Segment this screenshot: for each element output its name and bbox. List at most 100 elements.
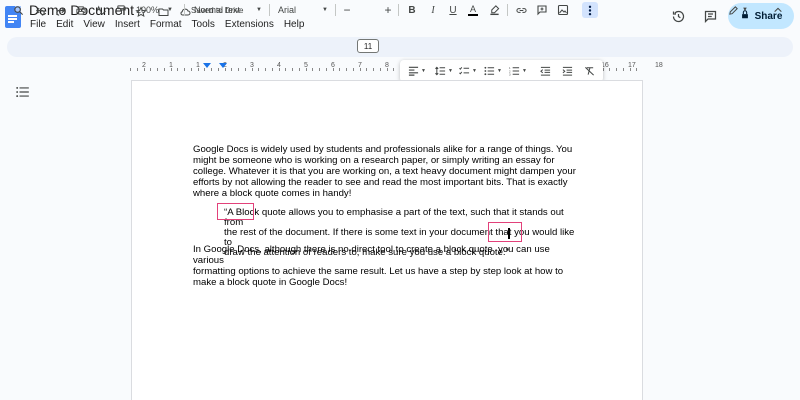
ruler-tick (298, 68, 300, 71)
svg-text:1: 1 (509, 66, 511, 70)
ruler-tick (136, 68, 138, 71)
history-icon[interactable] (670, 8, 686, 24)
paragraph-intro: Google Docs is widely used by students a… (193, 144, 579, 199)
pencil-icon (729, 5, 738, 15)
ruler-tick (211, 68, 212, 71)
underline-icon[interactable]: U (446, 2, 460, 18)
ruler-tick (366, 68, 368, 71)
menu-extensions[interactable]: Extensions (225, 19, 274, 30)
print-icon[interactable] (74, 2, 88, 18)
spellcheck-icon[interactable] (94, 2, 108, 18)
collapse-icon[interactable] (771, 2, 785, 18)
ruler-tick (312, 68, 314, 71)
font-dropdown[interactable]: Arial ▼ (278, 2, 328, 18)
redo-icon[interactable] (53, 2, 67, 18)
line-spacing-dropdown[interactable]: ▼ (433, 63, 455, 79)
ruler-tick (265, 68, 266, 71)
zoom-value: 100% (136, 5, 160, 15)
document-outline-icon[interactable] (16, 85, 30, 98)
ruler-tick (150, 68, 152, 71)
selection-end-highlight (488, 222, 522, 242)
checklist-icon (459, 67, 470, 75)
undo-icon[interactable] (33, 2, 47, 18)
search-icon[interactable] (11, 2, 25, 18)
text-line: make a block quote in Google Docs! (193, 277, 348, 288)
text-line: college. Whatever it is that you are wor… (193, 166, 576, 177)
selection-start-highlight (217, 203, 254, 220)
numbered-list-icon: 123 (509, 66, 520, 76)
add-comment-icon[interactable] (535, 2, 549, 18)
clear-formatting-icon[interactable] (582, 63, 596, 79)
increase-font-size-button[interactable]: + (382, 2, 394, 18)
italic-icon[interactable]: I (426, 2, 440, 18)
align-dropdown[interactable]: ▼ (406, 63, 428, 79)
decrease-indent-icon[interactable] (538, 63, 552, 79)
menu-tools[interactable]: Tools (192, 19, 215, 30)
ruler-tick (184, 68, 185, 71)
font-size-input[interactable]: 11 (357, 39, 379, 53)
increase-indent-icon[interactable] (560, 63, 574, 79)
text-cursor (508, 228, 510, 239)
menu-insert[interactable]: Insert (115, 19, 140, 30)
text-line: Google Docs is widely used by students a… (193, 144, 573, 155)
ruler-tick (622, 68, 624, 71)
ruler-tick (346, 68, 347, 71)
document-page[interactable]: Google Docs is widely used by students a… (131, 80, 643, 400)
ruler-tick (305, 68, 307, 71)
more-options-icon[interactable] (582, 2, 598, 18)
ruler-tick (170, 68, 172, 71)
svg-text:2: 2 (509, 69, 511, 73)
ruler-tick (285, 68, 287, 71)
menu-help[interactable]: Help (284, 19, 305, 30)
ruler-tick (163, 68, 165, 71)
text-line: formatting options to achieve the same r… (193, 266, 564, 277)
highlight-icon[interactable] (487, 2, 501, 18)
image-icon[interactable] (556, 2, 570, 18)
ruler-tick (251, 68, 253, 71)
text-line: efforts by not allowing the reader to se… (193, 177, 568, 188)
menu-edit[interactable]: Edit (56, 19, 73, 30)
menu-bar: File Edit View Insert Format Tools Exten… (30, 19, 304, 30)
menu-format[interactable]: Format (150, 19, 182, 30)
ruler-tick (332, 68, 334, 71)
style-dropdown[interactable]: Normal text ▼ (194, 2, 262, 18)
ruler-tick (190, 68, 192, 71)
ruler-tick (238, 68, 239, 71)
ruler-tick (319, 68, 320, 71)
menu-view[interactable]: View (83, 19, 105, 30)
comments-icon[interactable] (702, 8, 718, 24)
ruler-tick (177, 68, 179, 71)
editing-mode-dropdown[interactable]: ▼ (726, 2, 750, 18)
checklist-dropdown[interactable]: ▼ (457, 63, 479, 79)
google-docs-app: Demo Document Saved to Drive File Edit V… (0, 0, 800, 400)
ruler-number: 18 (655, 62, 663, 69)
numbered-list-dropdown[interactable]: 123 ▼ (507, 63, 529, 79)
ruler-tick (244, 68, 246, 71)
overflow-toolbar: ▼ ▼ ▼ ▼ 123 ▼ (400, 60, 603, 82)
ruler-tick (629, 68, 631, 71)
ruler-tick (224, 68, 226, 71)
decrease-font-size-button[interactable]: − (341, 2, 353, 18)
link-icon[interactable] (514, 2, 528, 18)
text-color-icon[interactable]: A (466, 2, 480, 18)
text-line: In Google Docs, although there is no dir… (193, 244, 550, 266)
ruler-tick (325, 68, 327, 71)
bulleted-list-dropdown[interactable]: ▼ (482, 63, 504, 79)
ruler-tick (292, 68, 293, 71)
text-line: might be someone who is working on a res… (193, 155, 555, 166)
ruler-tick (609, 68, 611, 71)
first-line-indent-marker[interactable] (219, 63, 227, 68)
paint-format-icon[interactable] (114, 2, 128, 18)
paragraph-steps: In Google Docs, although there is no dir… (193, 244, 579, 288)
chevron-down-icon: ▼ (167, 7, 173, 13)
bold-icon[interactable]: B (405, 2, 419, 18)
menu-file[interactable]: File (30, 19, 46, 30)
zoom-dropdown[interactable]: 100% ▼ (136, 2, 176, 18)
main-toolbar (7, 37, 793, 57)
font-value: Arial (278, 5, 297, 15)
chevron-down-icon: ▼ (742, 7, 748, 13)
ruler-tick (339, 68, 341, 71)
left-indent-marker[interactable] (203, 63, 211, 68)
ruler-tick (204, 68, 206, 71)
style-value: Normal text (194, 5, 241, 15)
